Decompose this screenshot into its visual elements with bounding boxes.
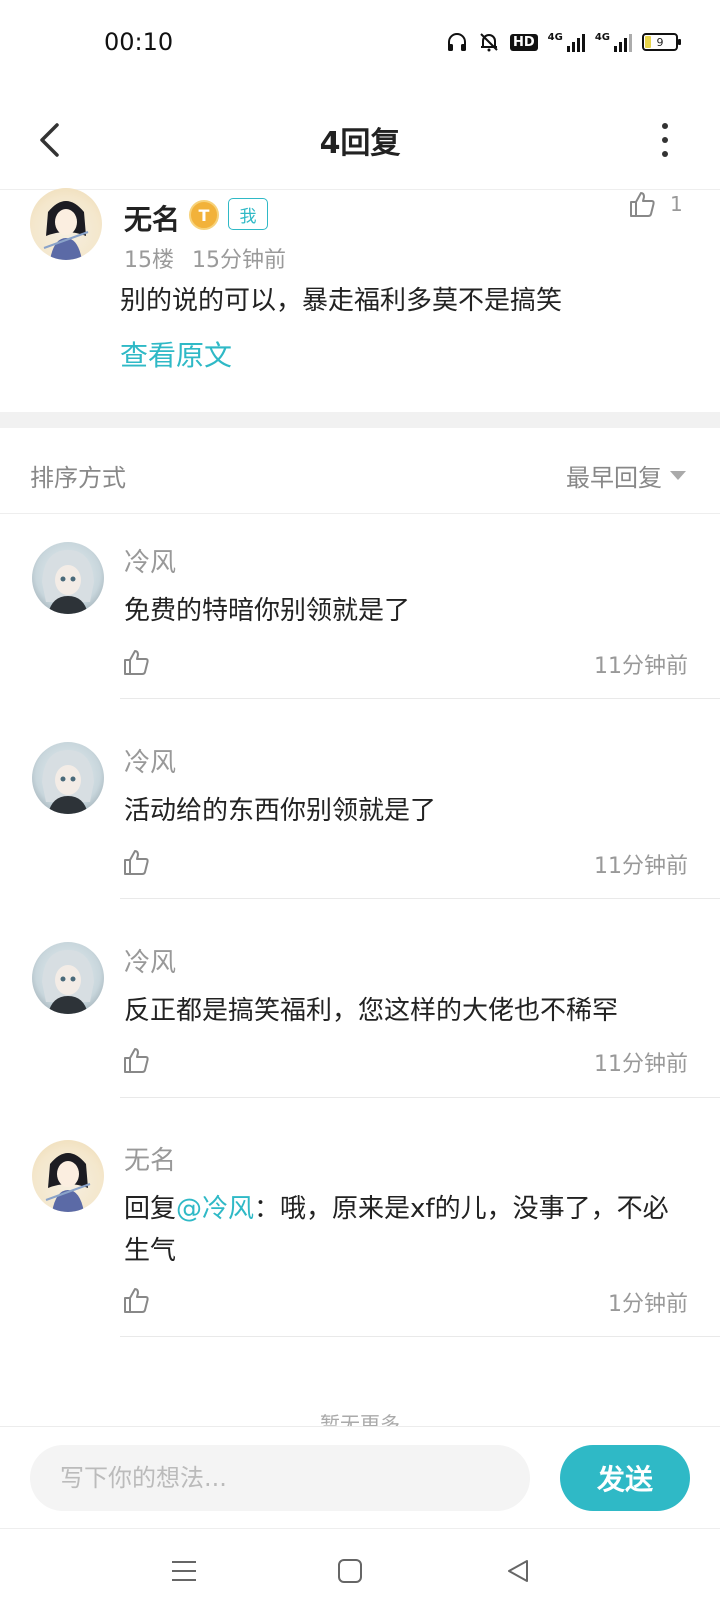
reply-content: 反正都是搞笑福利，您这样的大佬也不稀罕: [124, 996, 619, 1026]
reply-author[interactable]: 无名: [124, 1140, 176, 1177]
headphones-icon: [446, 30, 468, 54]
sort-dropdown[interactable]: 最早回复: [566, 458, 686, 493]
comment-input[interactable]: [30, 1445, 530, 1511]
send-button[interactable]: 发送: [560, 1445, 690, 1511]
avatar[interactable]: [32, 742, 104, 814]
triangle-back-icon: [508, 1560, 528, 1582]
sort-selected: 最早回复: [566, 464, 662, 492]
reply-separator: [120, 698, 720, 699]
post-time: 15分钟前: [192, 248, 286, 273]
reply-separator: [120, 1097, 720, 1098]
square-icon: [338, 1559, 362, 1583]
reply-like-button[interactable]: [122, 1046, 152, 1076]
reply-separator: [120, 898, 720, 899]
bell-muted-icon: [478, 30, 500, 54]
system-nav-bar: [0, 1528, 720, 1612]
comment-bar: 发送: [0, 1426, 720, 1528]
like-count: 1: [670, 192, 683, 216]
sort-bar: 排序方式 最早回复: [0, 428, 720, 514]
post-content: 别的说的可以，暴走福利多莫不是搞笑: [120, 286, 563, 316]
post-author[interactable]: 无名: [124, 198, 180, 238]
like-button[interactable]: 1: [628, 190, 683, 218]
more-button[interactable]: [650, 118, 680, 162]
reply-time: 11分钟前: [594, 654, 688, 679]
view-original-link[interactable]: 查看原文: [120, 334, 232, 374]
reply-author[interactable]: 冷风: [124, 542, 176, 579]
avatar[interactable]: [32, 1140, 104, 1212]
more-vertical-icon: [662, 123, 668, 129]
battery-icon: 9: [642, 33, 681, 51]
reply-item: 冷风 免费的特暗你别领就是了 11分钟前: [0, 542, 720, 702]
avatar[interactable]: [32, 542, 104, 614]
reply-item: 冷风 反正都是搞笑福利，您这样的大佬也不稀罕 11分钟前: [0, 942, 720, 1102]
caret-down-icon: [670, 471, 686, 480]
reply-time: 1分钟前: [608, 1292, 688, 1317]
reply-prefix: 回复: [124, 1194, 177, 1224]
no-more-hint: 暂无更多: [320, 1412, 400, 1428]
reply-time: 11分钟前: [594, 854, 688, 879]
reply-like-button[interactable]: [122, 848, 152, 878]
thumbs-up-icon: [124, 650, 149, 675]
me-badge: 我: [228, 198, 268, 230]
menu-nav-button[interactable]: [164, 1551, 204, 1591]
post-meta: 15楼 15分钟前: [124, 242, 286, 274]
reply-time: 11分钟前: [594, 1052, 688, 1077]
signal-icon: 4G: [548, 30, 585, 54]
reply-item: 无名 回复@冷风：哦，原来是xf的儿，没事了，不必生气 1分钟前: [0, 1140, 720, 1340]
reply-content: 回复@冷风：哦，原来是xf的儿，没事了，不必生气: [124, 1188, 684, 1272]
back-nav-button[interactable]: [498, 1551, 538, 1591]
reply-like-button[interactable]: [122, 1286, 152, 1316]
status-bar: 00:10 HD 4G 4G 9: [0, 0, 720, 90]
section-divider: [0, 412, 720, 428]
signal-icon-2: 4G: [595, 30, 632, 54]
reply-item: 冷风 活动给的东西你别领就是了 11分钟前: [0, 742, 720, 902]
sort-label: 排序方式: [30, 464, 126, 492]
thumbs-up-icon: [630, 192, 655, 217]
avatar[interactable]: [30, 188, 102, 260]
status-icons: HD 4G 4G 9: [446, 30, 681, 54]
menu-icon: [172, 1561, 196, 1581]
thumbs-up-icon: [124, 1288, 149, 1313]
reply-content: 活动给的东西你别领就是了: [124, 796, 437, 826]
reply-author[interactable]: 冷风: [124, 742, 176, 779]
level-badge: T: [189, 200, 219, 230]
reply-content: 免费的特暗你别领就是了: [124, 596, 411, 626]
title-bar: 4回复: [0, 90, 720, 190]
reply-like-button[interactable]: [122, 648, 152, 678]
status-time: 00:10: [104, 28, 174, 56]
reply-author[interactable]: 冷风: [124, 942, 176, 979]
main-post: 无名 T 我 15楼 15分钟前 别的说的可以，暴走福利多莫不是搞笑 查看原文 1: [0, 188, 720, 412]
home-nav-button[interactable]: [330, 1551, 370, 1591]
mention-link[interactable]: @冷风: [176, 1194, 254, 1224]
thumbs-up-icon: [124, 1048, 149, 1073]
thumbs-up-icon: [124, 850, 149, 875]
post-floor: 15楼: [124, 248, 174, 273]
avatar[interactable]: [32, 942, 104, 1014]
reply-separator: [120, 1336, 720, 1337]
page-title: 4回复: [319, 126, 401, 161]
hd-icon: HD: [509, 30, 538, 54]
